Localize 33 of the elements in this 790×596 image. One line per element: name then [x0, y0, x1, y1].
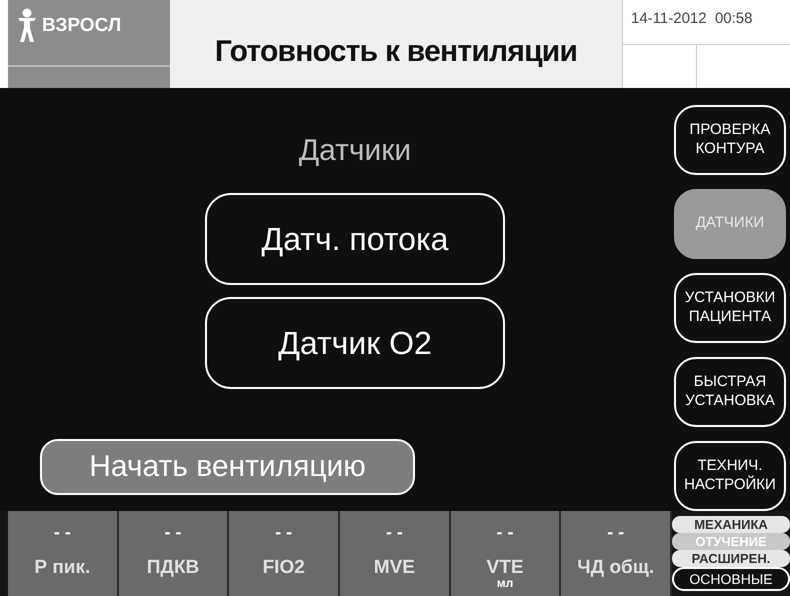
start-ventilation-button[interactable]: Начать вентиляцию — [40, 438, 415, 494]
view-tab[interactable]: РАСШИРЕН. — [672, 550, 790, 567]
parameter-value: - - — [386, 520, 403, 544]
menu-button[interactable]: БЫСТРАЯ УСТАНОВКА — [674, 356, 786, 426]
window-title: Готовность к вентиляции — [214, 34, 578, 70]
menu-button[interactable]: УСТАНОВКИ ПАЦИЕНТА — [674, 272, 786, 342]
parameter-label: FIO2 — [262, 558, 305, 576]
menu-button[interactable]: ТЕХНИЧ. НАСТРОЙКИ — [674, 440, 786, 510]
sensor-button[interactable]: Датчик O2 — [205, 296, 505, 388]
view-tab[interactable]: МЕХАНИКА — [672, 516, 790, 533]
menu-button[interactable]: ПРОВЕРКА КОНТУРА — [674, 104, 786, 174]
parameter-unit: мл — [496, 576, 514, 588]
parameter-value: - - — [54, 520, 71, 544]
parameter-label: Р пик. — [34, 558, 90, 576]
parameter-cell[interactable]: - - MVE — [340, 510, 451, 596]
view-tab[interactable]: ОСНОВНЫЕ — [672, 566, 790, 591]
person-icon — [16, 8, 38, 44]
parameter-cell[interactable]: - - FIO2 — [229, 510, 340, 596]
sensor-button[interactable]: Датч. потока — [205, 192, 505, 284]
parameter-label: ПДКВ — [146, 558, 200, 576]
parameter-value: - - — [496, 520, 514, 544]
parameter-value: - - — [607, 520, 624, 544]
parameter-cell[interactable]: - - VTE мл — [450, 510, 562, 596]
parameter-value: - - — [275, 520, 292, 544]
date-time: 14-11-2012 00:58 — [630, 9, 754, 29]
parameter-label: MVE — [374, 558, 415, 576]
panel-title: Датчики — [298, 132, 412, 168]
parameter-label: ЧД общ. — [577, 558, 654, 576]
parameter-cell[interactable]: - - Р пик. — [8, 510, 119, 596]
parameter-value: - - — [164, 520, 182, 544]
parameter-label: VTE — [486, 558, 524, 576]
parameter-cell[interactable]: - - ЧД общ. — [561, 510, 672, 596]
parameter-cell[interactable]: - - ПДКВ — [118, 510, 230, 596]
